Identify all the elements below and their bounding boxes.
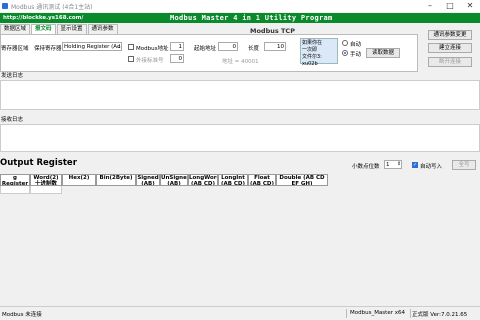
modbus-addr-input[interactable]: 1 bbox=[170, 42, 184, 51]
app-icon bbox=[2, 3, 8, 9]
app-name-status: Modbus_Master x64 bbox=[350, 310, 405, 316]
banner-program-title: Modbus Master 4 in 1 Utility Program bbox=[170, 14, 333, 22]
table-cell[interactable] bbox=[30, 186, 62, 194]
modbus-addr-checkbox[interactable] bbox=[128, 44, 134, 50]
window-controls: – □ ✕ bbox=[420, 0, 480, 12]
version-status: 正式版 Ver:7.0.21.65 bbox=[412, 312, 468, 318]
area-prefix-label: 保持寄存器 bbox=[34, 46, 62, 52]
status-divider bbox=[410, 309, 411, 318]
spinner-arrows-icon[interactable]: ⇕ bbox=[397, 161, 401, 167]
manual-radio[interactable] bbox=[342, 50, 348, 56]
length-input[interactable]: 10 bbox=[264, 42, 286, 51]
banner: http://blockke.ys168.com/ Modbus Master … bbox=[0, 13, 480, 23]
col-bin[interactable]: Bin(2Byte) bbox=[96, 174, 136, 186]
col-double[interactable]: Double (AB CD EF GH) bbox=[276, 174, 328, 186]
close-icon[interactable]: ✕ bbox=[460, 0, 480, 12]
manual-label: 手动 bbox=[350, 52, 362, 58]
connect-button[interactable]: 建立连接 bbox=[428, 43, 472, 53]
auto-label: 自动 bbox=[350, 42, 362, 48]
col-float[interactable]: Float (AB CD) bbox=[248, 174, 276, 186]
tab-bar: 数据区域 报文码 显示设置 通讯参数 bbox=[0, 24, 119, 34]
minimize-icon[interactable]: – bbox=[420, 0, 440, 12]
col-longword[interactable]: LongWord (AB CD) bbox=[188, 174, 218, 186]
col-unsigned[interactable]: UnSigned (AB) bbox=[160, 174, 188, 186]
table-row[interactable] bbox=[0, 186, 62, 194]
send-info-line-1: 如果你在 bbox=[302, 40, 323, 46]
col-register[interactable]: g Register bbox=[0, 174, 30, 186]
device-input[interactable]: 0 bbox=[170, 54, 184, 63]
register-area-select[interactable]: Holding Register (Ad bbox=[62, 42, 122, 51]
send-log-title: 发送日志 bbox=[1, 73, 24, 79]
length-label: 长度 bbox=[248, 46, 260, 52]
register-table-header: g Register Word(2) 十进制数 Hex(2) Bin(2Byte… bbox=[0, 174, 328, 186]
decimal-label: 小数点位数 bbox=[352, 164, 380, 170]
table-cell[interactable] bbox=[0, 186, 30, 194]
tab-data-area[interactable]: 数据区域 bbox=[0, 24, 31, 34]
maximize-icon[interactable]: □ bbox=[440, 0, 460, 12]
start-addr-label: 起始地址 bbox=[194, 46, 217, 52]
area-label: 寄存器区域 bbox=[1, 46, 29, 52]
auto-write-checkbox[interactable] bbox=[412, 162, 418, 168]
send-info-line-2: 一次即 bbox=[302, 47, 318, 53]
auto-write-label: 自动写入 bbox=[420, 164, 443, 170]
output-register-title: Output Register bbox=[0, 158, 77, 168]
recv-log-area[interactable] bbox=[0, 124, 480, 152]
col-signed[interactable]: Signed (AB) bbox=[136, 174, 160, 186]
title-bar: Modbus 通讯测试 (4合1主站) – □ ✕ bbox=[0, 0, 480, 12]
device-checkbox[interactable] bbox=[128, 56, 134, 62]
col-longint[interactable]: LongInt (AB CD) bbox=[218, 174, 248, 186]
send-info-line-3: 文件尔3: xu02b bbox=[302, 54, 322, 67]
tab-display-settings[interactable]: 显示设置 bbox=[56, 24, 87, 34]
recv-log-title: 接收日志 bbox=[1, 117, 24, 123]
window-title: Modbus 通讯测试 (4合1主站) bbox=[11, 3, 93, 11]
device-label: 外接标准号 bbox=[136, 58, 164, 64]
chevron-down-icon: ⌄ bbox=[117, 44, 122, 50]
connection-status: Modbus 未连接 bbox=[2, 312, 42, 318]
col-word[interactable]: Word(2) 十进制数 bbox=[30, 174, 62, 186]
write-all-button[interactable]: 全写 bbox=[452, 160, 476, 170]
read-data-button[interactable]: 读取数据 bbox=[366, 48, 400, 58]
start-addr-input[interactable]: 0 bbox=[218, 42, 238, 51]
send-log-area[interactable] bbox=[0, 80, 480, 110]
modbus-addr-label: Modbus地址 bbox=[136, 46, 169, 52]
status-bar: Modbus 未连接 Modbus_Master x64 正式版 Ver:7.0… bbox=[0, 306, 480, 320]
comm-param-button[interactable]: 通讯参数变更 bbox=[428, 30, 472, 40]
tab-message-code[interactable]: 报文码 bbox=[31, 24, 56, 34]
send-info-box: 如果你在 一次即 文件尔3: xu02b bbox=[300, 38, 338, 67]
disconnect-button[interactable]: 断开连接 bbox=[428, 57, 472, 67]
col-hex[interactable]: Hex(2) bbox=[62, 174, 96, 186]
address-hint: 地址 = 40001 bbox=[222, 59, 259, 65]
auto-radio[interactable] bbox=[342, 40, 348, 46]
tab-comm-params[interactable]: 通讯参数 bbox=[87, 24, 118, 34]
status-divider bbox=[346, 309, 347, 318]
banner-url[interactable]: http://blockke.ys168.com/ bbox=[3, 15, 83, 21]
